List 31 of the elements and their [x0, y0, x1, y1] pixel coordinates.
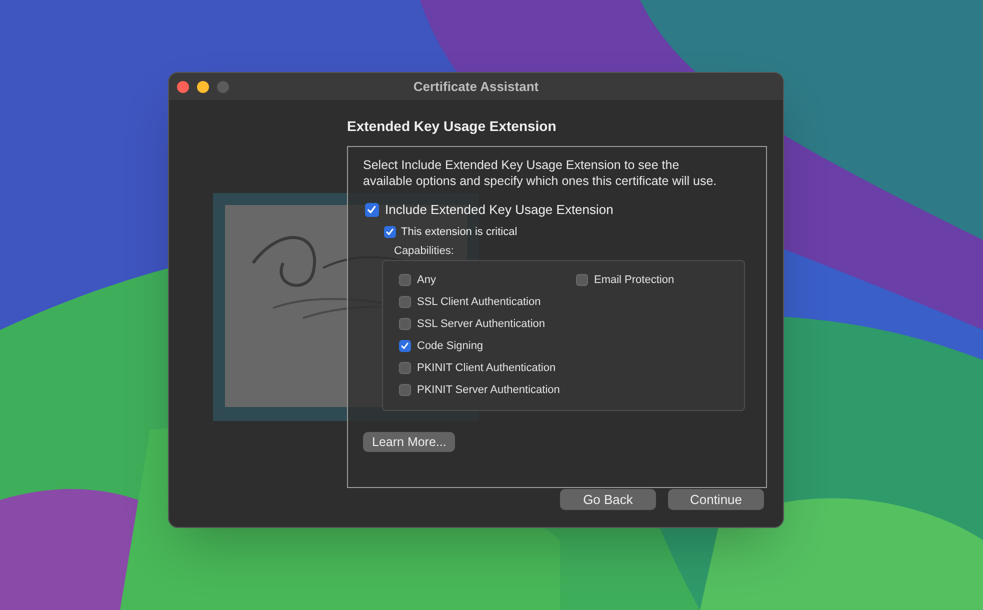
- checkbox-label: PKINIT Client Authentication: [417, 360, 556, 376]
- window-title: Certificate Assistant: [413, 78, 539, 96]
- close-button[interactable]: [177, 81, 189, 93]
- dialog-button[interactable]: Go Back: [560, 489, 656, 510]
- checkbox-label: PKINIT Server Authentication: [417, 382, 560, 398]
- description-text: Select Include Extended Key Usage Extension to see the available options and specify which ones this certificate will use.: [363, 157, 718, 189]
- checkbox-label: Any: [417, 272, 436, 288]
- checkbox[interactable]: [399, 384, 411, 396]
- checkbox-label: SSL Client Authentication: [417, 294, 541, 310]
- checkbox-label: SSL Server Authentication: [417, 316, 546, 332]
- section-heading: Extended Key Usage Extension: [347, 117, 558, 136]
- checkbox[interactable]: [384, 226, 396, 238]
- checkbox-label: Include Extended Key Usage Extension: [385, 201, 614, 220]
- checkbox[interactable]: [576, 274, 588, 286]
- checkmark-icon: [400, 341, 410, 351]
- zoom-button[interactable]: [217, 81, 229, 93]
- learn-more-button[interactable]: Learn More...: [363, 432, 456, 452]
- checkbox[interactable]: [399, 296, 411, 308]
- checkbox[interactable]: [399, 362, 411, 374]
- checkbox[interactable]: [399, 318, 411, 330]
- minimize-button[interactable]: [197, 81, 209, 93]
- checkbox[interactable]: [365, 203, 379, 217]
- checkbox-label: This extension is critical: [401, 224, 518, 240]
- checkbox[interactable]: [399, 340, 411, 352]
- checkbox-label: Email Protection: [594, 272, 674, 288]
- checkmark-icon: [366, 204, 378, 216]
- checkmark-icon: [385, 227, 395, 237]
- dialog-button[interactable]: Continue: [668, 489, 764, 510]
- checkbox-label: Code Signing: [417, 338, 484, 354]
- capabilities-label: Capabilities:: [394, 244, 454, 259]
- checkbox[interactable]: [399, 274, 411, 286]
